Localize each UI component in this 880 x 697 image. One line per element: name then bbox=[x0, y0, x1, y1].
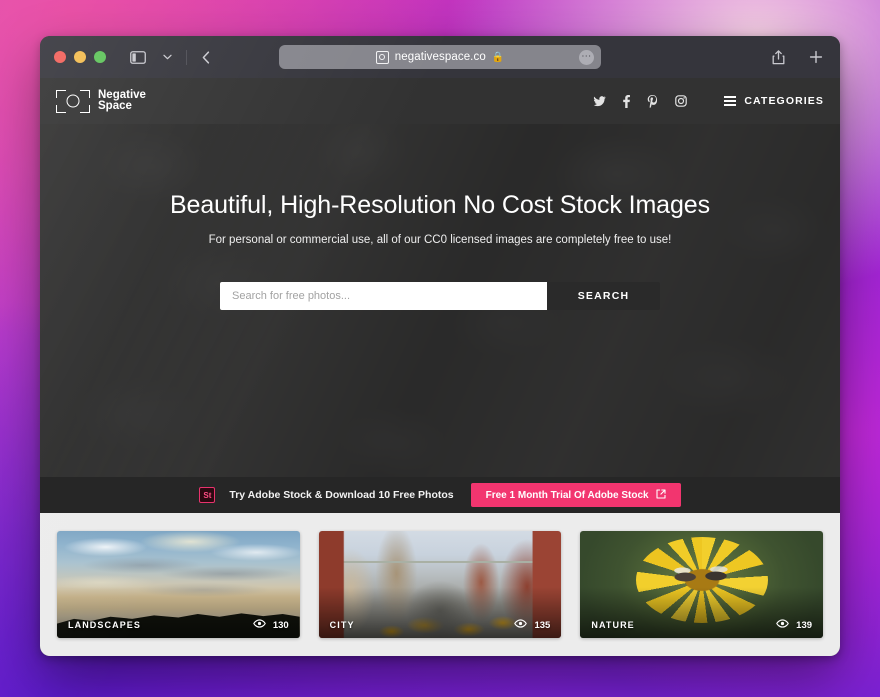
card-caption: CITY 135 bbox=[319, 612, 562, 638]
back-button[interactable] bbox=[196, 47, 216, 67]
card-caption: LANDSCAPES 130 bbox=[57, 612, 300, 638]
web-page: Negative Space CATEGORIES Beautiful, Hig… bbox=[40, 78, 840, 656]
toolbar-right-controls bbox=[768, 47, 826, 67]
hero-section: Beautiful, High-Resolution No Cost Stock… bbox=[40, 124, 840, 477]
category-card-nature[interactable]: NATURE 139 bbox=[580, 531, 824, 638]
close-window-button[interactable] bbox=[54, 51, 66, 63]
camera-frame-icon bbox=[56, 89, 90, 113]
categories-label: CATEGORIES bbox=[744, 95, 824, 107]
adobe-trial-label: Free 1 Month Trial Of Adobe Stock bbox=[485, 489, 649, 501]
card-caption: NATURE 139 bbox=[580, 612, 823, 638]
lock-icon: 🔒 bbox=[491, 51, 505, 63]
hamburger-icon bbox=[724, 96, 737, 106]
promo-text: Try Adobe Stock & Download 10 Free Photo… bbox=[229, 489, 454, 501]
plus-icon[interactable] bbox=[806, 47, 826, 67]
search-button[interactable]: SEARCH bbox=[547, 282, 660, 310]
minimize-window-button[interactable] bbox=[74, 51, 86, 63]
website-icon bbox=[375, 50, 389, 64]
card-view-count: 130 bbox=[252, 619, 289, 631]
address-bar[interactable]: negativespace.co 🔒 ⋯ bbox=[279, 45, 601, 69]
toolbar-divider bbox=[186, 49, 187, 65]
ellipsis-icon[interactable]: ⋯ bbox=[579, 49, 594, 65]
share-icon[interactable] bbox=[768, 47, 788, 67]
external-link-icon bbox=[656, 488, 666, 502]
instagram-icon[interactable] bbox=[675, 95, 688, 107]
header-nav: CATEGORIES bbox=[593, 94, 824, 108]
search-bar: SEARCH bbox=[220, 282, 660, 310]
toolbar-nav-controls bbox=[128, 47, 216, 67]
category-card-landscapes[interactable]: LANDSCAPES 130 bbox=[57, 531, 300, 638]
window-controls bbox=[54, 51, 106, 63]
card-view-count: 135 bbox=[514, 619, 550, 631]
pinterest-icon[interactable] bbox=[647, 94, 658, 108]
hero-subtitle: For personal or commercial use, all of o… bbox=[208, 234, 672, 246]
desktop-wallpaper: negativespace.co 🔒 ⋯ Negative Space CATE… bbox=[0, 0, 880, 697]
zoom-window-button[interactable] bbox=[94, 51, 106, 63]
sidebar-icon[interactable] bbox=[128, 47, 148, 67]
card-label: CITY bbox=[329, 620, 355, 630]
hero-content: Beautiful, High-Resolution No Cost Stock… bbox=[40, 124, 840, 310]
adobe-stock-promo-bar: St Try Adobe Stock & Download 10 Free Ph… bbox=[40, 477, 840, 513]
card-view-count: 139 bbox=[776, 619, 812, 631]
browser-window: negativespace.co 🔒 ⋯ Negative Space CATE… bbox=[40, 36, 840, 656]
view-count-value: 135 bbox=[534, 619, 551, 631]
chevron-down-icon[interactable] bbox=[157, 47, 177, 67]
eye-icon bbox=[252, 619, 266, 631]
card-label: NATURE bbox=[591, 620, 635, 630]
twitter-icon[interactable] bbox=[593, 95, 607, 107]
card-label: LANDSCAPES bbox=[68, 620, 142, 630]
categories-menu-button[interactable]: CATEGORIES bbox=[724, 95, 824, 107]
adobe-stock-icon: St bbox=[199, 487, 216, 503]
facebook-icon[interactable] bbox=[623, 94, 631, 108]
eye-icon bbox=[776, 619, 789, 631]
search-input[interactable] bbox=[220, 282, 547, 310]
logo-wordmark: Negative Space bbox=[98, 89, 146, 113]
category-card-city[interactable]: CITY 135 bbox=[318, 531, 562, 638]
view-count-value: 130 bbox=[272, 619, 289, 631]
view-count-value: 139 bbox=[796, 619, 813, 631]
eye-icon bbox=[514, 619, 528, 631]
page-title: Beautiful, High-Resolution No Cost Stock… bbox=[169, 191, 710, 219]
logo-line-2: Space bbox=[98, 100, 132, 112]
site-header: Negative Space CATEGORIES bbox=[40, 78, 840, 124]
url-text: negativespace.co bbox=[394, 51, 486, 63]
category-gallery: LANDSCAPES 130 CITY 135 NATURE 139 bbox=[40, 513, 840, 656]
browser-toolbar: negativespace.co 🔒 ⋯ bbox=[40, 36, 840, 78]
adobe-trial-button[interactable]: Free 1 Month Trial Of Adobe Stock bbox=[470, 483, 681, 507]
site-logo[interactable]: Negative Space bbox=[56, 89, 146, 113]
